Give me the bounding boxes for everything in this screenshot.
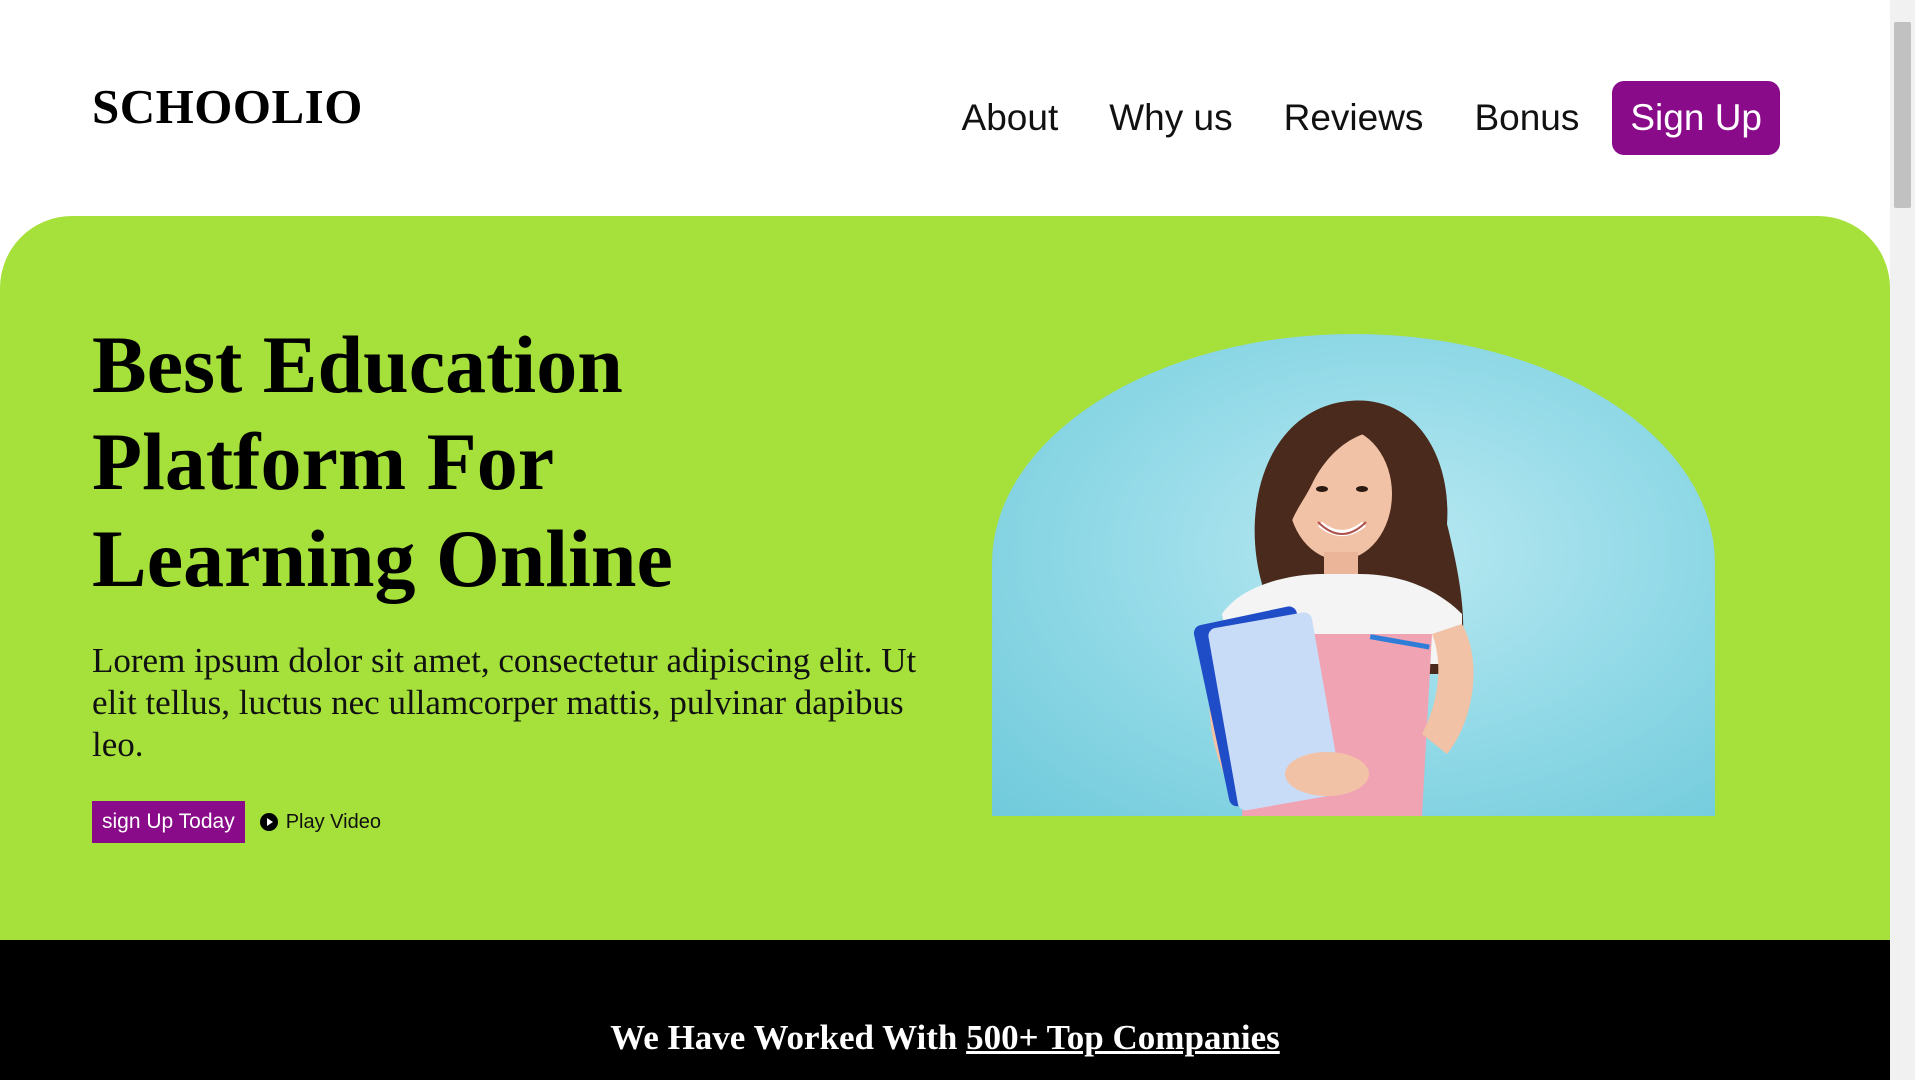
play-video-label: Play Video: [285, 810, 381, 833]
page: SCHOOLIO About Why us Reviews Bonus Sign…: [0, 0, 1915, 1080]
sign-up-today-button[interactable]: sign Up Today: [92, 801, 245, 843]
companies-heading: We Have Worked With 500+ Top Companies: [0, 1018, 1890, 1058]
companies-link[interactable]: 500+ Top Companies: [966, 1018, 1280, 1057]
hero-actions: sign Up Today Play Video: [92, 801, 381, 843]
vertical-scrollbar[interactable]: [1890, 0, 1915, 1080]
hero-description: Lorem ipsum dolor sit amet, consectetur …: [92, 641, 917, 764]
companies-band: We Have Worked With 500+ Top Companies: [0, 940, 1890, 1080]
hero-title-line-2: Platform For: [92, 416, 555, 507]
main-nav: About Why us Reviews Bonus Sign Up: [962, 81, 1780, 155]
play-video-button[interactable]: Play Video: [259, 810, 381, 834]
play-icon: [259, 813, 278, 831]
hero-section: Best Education Platform For Learning Onl…: [0, 216, 1890, 940]
nav-reviews[interactable]: Reviews: [1284, 97, 1424, 139]
hero-student-image: [992, 334, 1715, 816]
nav-why-us[interactable]: Why us: [1109, 97, 1232, 139]
hero-title: Best Education Platform For Learning Onl…: [92, 316, 852, 607]
hero-title-line-1: Best Education: [92, 319, 623, 410]
sign-up-button[interactable]: Sign Up: [1612, 81, 1780, 155]
student-illustration: [1193, 400, 1474, 816]
logo[interactable]: SCHOOLIO: [92, 78, 363, 135]
nav-about[interactable]: About: [962, 97, 1059, 139]
scrollbar-thumb[interactable]: [1894, 22, 1911, 208]
companies-prefix: We Have Worked With: [610, 1018, 958, 1057]
site-header: SCHOOLIO About Why us Reviews Bonus Sign…: [0, 0, 1890, 216]
nav-bonus[interactable]: Bonus: [1474, 97, 1579, 139]
hero-title-line-3: Learning Online: [92, 513, 673, 604]
